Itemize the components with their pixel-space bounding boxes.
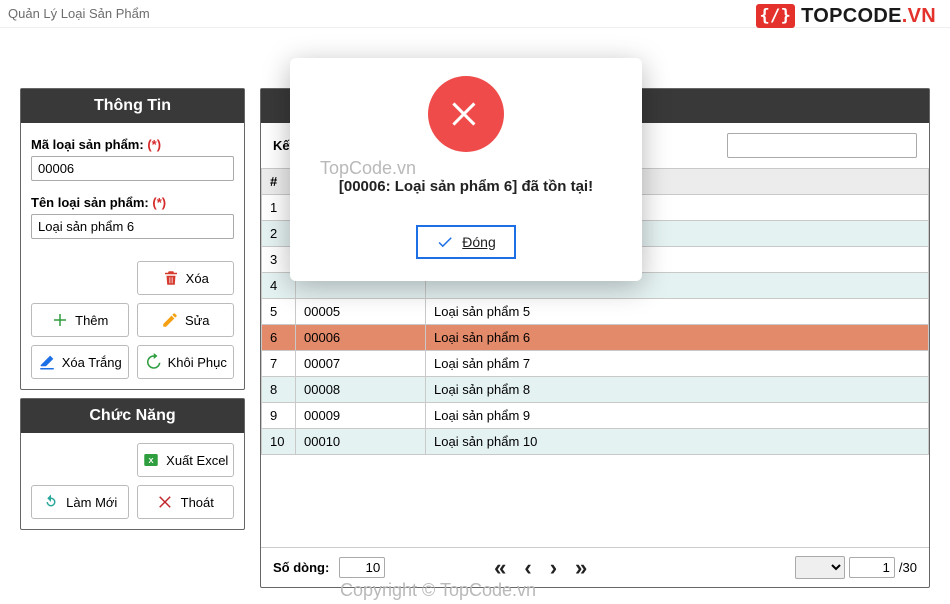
- search-input[interactable]: [727, 133, 917, 158]
- delete-label: Xóa: [186, 271, 209, 286]
- trash-icon: [162, 269, 180, 287]
- delete-button[interactable]: Xóa: [137, 261, 235, 295]
- code-input[interactable]: [31, 156, 234, 181]
- table-row[interactable]: 800008Loại sản phẩm 8: [262, 377, 929, 403]
- cell-index: 7: [262, 351, 296, 377]
- name-input[interactable]: [31, 214, 234, 239]
- brand-name: TOPCODE: [801, 5, 902, 28]
- excel-icon: X: [142, 451, 160, 469]
- cell-code: 00008: [296, 377, 426, 403]
- page-number-input[interactable]: [849, 557, 895, 578]
- last-page-button[interactable]: »: [575, 557, 587, 579]
- svg-text:X: X: [149, 456, 154, 465]
- cell-index: 8: [262, 377, 296, 403]
- next-page-button[interactable]: ›: [550, 557, 557, 579]
- restore-button[interactable]: Khôi Phục: [137, 345, 235, 379]
- cell-code: 00007: [296, 351, 426, 377]
- info-button-grid: Xóa Thêm Sửa: [21, 261, 244, 389]
- cell-name: Loại sản phẩm 10: [426, 429, 929, 455]
- page-select[interactable]: [795, 556, 845, 579]
- content-area: Thông Tin Mã loại sản phẩm: (*) Tên loại…: [0, 28, 950, 604]
- first-page-button[interactable]: «: [494, 557, 506, 579]
- restore-label: Khôi Phục: [168, 355, 227, 370]
- func-panel-header: Chức Năng: [21, 399, 244, 433]
- table-row[interactable]: 700007Loại sản phẩm 7: [262, 351, 929, 377]
- clear-label: Xóa Trắng: [62, 355, 122, 370]
- modal-close-button[interactable]: Đóng: [416, 225, 515, 259]
- export-excel-button[interactable]: X Xuất Excel: [137, 443, 235, 477]
- refresh-label: Làm Mới: [66, 495, 117, 510]
- cell-code: 00009: [296, 403, 426, 429]
- close-icon: [157, 493, 175, 511]
- cell-index: 9: [262, 403, 296, 429]
- info-panel: Thông Tin Mã loại sản phẩm: (*) Tên loại…: [20, 88, 245, 390]
- exit-button[interactable]: Thoát: [137, 485, 235, 519]
- modal-close-label: Đóng: [462, 234, 495, 250]
- modal-message: [00006: Loại sản phẩm 6] đã tồn tại!: [308, 178, 624, 195]
- window-title: Quản Lý Loại Sản Phẩm: [8, 6, 150, 21]
- error-modal: [00006: Loại sản phẩm 6] đã tồn tại! Đón…: [290, 58, 642, 281]
- sidebar: Thông Tin Mã loại sản phẩm: (*) Tên loại…: [20, 88, 245, 530]
- code-label: Mã loại sản phẩm: (*): [31, 137, 234, 152]
- table-row[interactable]: 600006Loại sản phẩm 6: [262, 325, 929, 351]
- cell-code: 00006: [296, 325, 426, 351]
- prev-page-button[interactable]: ‹: [524, 557, 531, 579]
- brand-tld: .VN: [902, 5, 936, 28]
- brand-logo: {/} TOPCODE.VN: [756, 4, 937, 28]
- rows-per-page-input[interactable]: [339, 557, 385, 578]
- func-button-grid: X Xuất Excel Làm Mới Th: [21, 433, 244, 529]
- table-row[interactable]: 900009Loại sản phẩm 9: [262, 403, 929, 429]
- history-icon: [144, 353, 162, 371]
- cell-code: 00005: [296, 299, 426, 325]
- page-total: /30: [899, 560, 917, 575]
- func-panel: Chức Năng X Xuất Excel Làm Mới: [20, 398, 245, 530]
- cell-name: Loại sản phẩm 6: [426, 325, 929, 351]
- pencil-icon: [161, 311, 179, 329]
- plus-icon: [51, 311, 69, 329]
- page-total-group: /30: [795, 556, 917, 579]
- table-row[interactable]: 500005Loại sản phẩm 5: [262, 299, 929, 325]
- cell-name: Loại sản phẩm 9: [426, 403, 929, 429]
- info-panel-body: Mã loại sản phẩm: (*) Tên loại sản phẩm:…: [21, 123, 244, 261]
- cell-index: 10: [262, 429, 296, 455]
- name-label: Tên loại sản phẩm: (*): [31, 195, 234, 210]
- cell-name: Loại sản phẩm 7: [426, 351, 929, 377]
- cell-name: Loại sản phẩm 5: [426, 299, 929, 325]
- error-icon: [428, 76, 504, 152]
- export-label: Xuất Excel: [166, 453, 228, 468]
- add-label: Thêm: [75, 313, 108, 328]
- app-window: Quản Lý Loại Sản Phẩm {/} TOPCODE.VN Thô…: [0, 0, 950, 604]
- clear-button[interactable]: Xóa Trắng: [31, 345, 129, 379]
- table-row[interactable]: 1000010Loại sản phẩm 10: [262, 429, 929, 455]
- brand-mark: {/}: [756, 4, 796, 28]
- refresh-icon: [42, 493, 60, 511]
- check-icon: [436, 233, 454, 251]
- edit-label: Sửa: [185, 313, 210, 328]
- pager: Số dòng: « ‹ › » /30: [261, 547, 929, 587]
- cell-index: 6: [262, 325, 296, 351]
- cell-index: 5: [262, 299, 296, 325]
- exit-label: Thoát: [181, 495, 214, 510]
- info-panel-header: Thông Tin: [21, 89, 244, 123]
- cell-code: 00010: [296, 429, 426, 455]
- eraser-icon: [38, 353, 56, 371]
- pager-nav: « ‹ › »: [494, 557, 587, 579]
- add-button[interactable]: Thêm: [31, 303, 129, 337]
- edit-button[interactable]: Sửa: [137, 303, 235, 337]
- refresh-button[interactable]: Làm Mới: [31, 485, 129, 519]
- cell-name: Loại sản phẩm 8: [426, 377, 929, 403]
- rows-label: Số dòng:: [273, 560, 329, 575]
